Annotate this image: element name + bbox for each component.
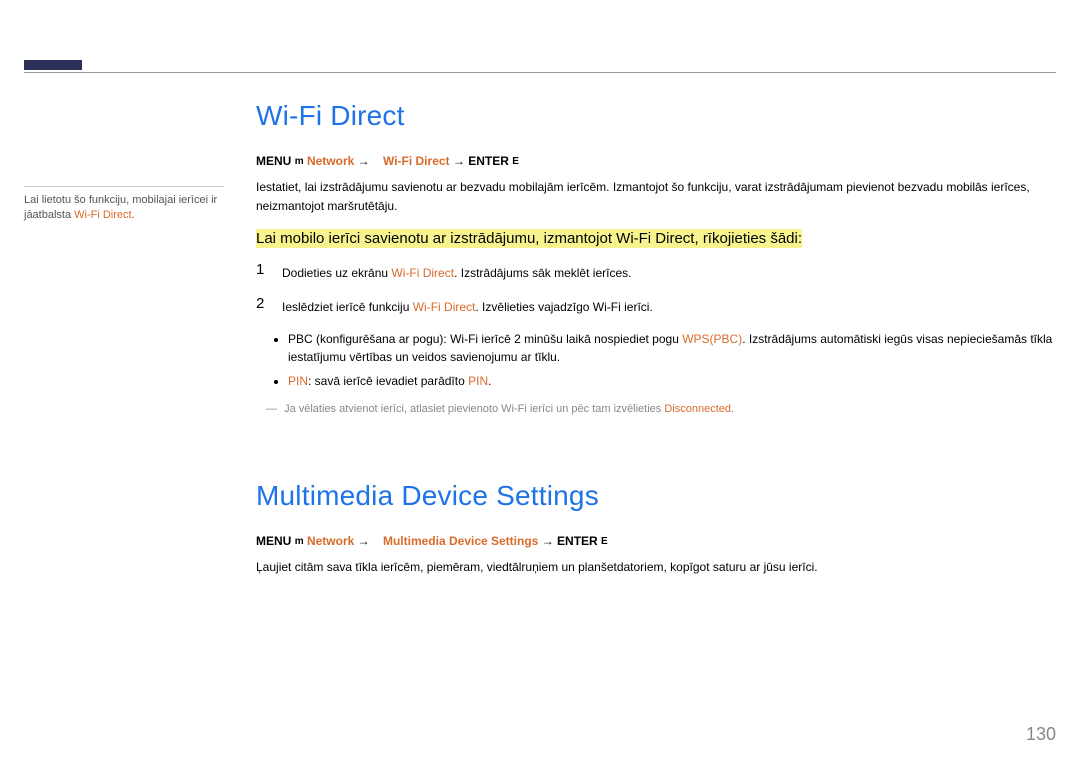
section1-footnote: ― Ja vēlaties atvienot ierīci, atlasiet …	[266, 401, 1056, 418]
sidebar-note-highlight: Wi-Fi Direct	[74, 209, 131, 221]
section1-steps: 1 Dodieties uz ekrānu Wi-Fi Direct. Izst…	[256, 262, 1056, 316]
section2-body: Ļaujiet citām sava tīkla ierīcēm, piemēr…	[256, 558, 1056, 577]
arrow-icon: →	[358, 154, 370, 168]
nav-network: Network	[307, 154, 354, 168]
arrow-icon: →	[453, 154, 465, 168]
pin-label: PIN	[468, 374, 488, 388]
sidebar-divider	[24, 186, 224, 187]
nav-enter: ENTER	[468, 154, 509, 168]
nav-item: Wi-Fi Direct	[383, 154, 450, 168]
nav-e-icon: E	[512, 156, 519, 167]
step-highlight: Wi-Fi Direct	[413, 300, 476, 314]
section1-highlight: Lai mobilo ierīci savienotu ar izstrādāj…	[256, 229, 802, 248]
bullet-highlight: WPS(PBC)	[682, 332, 742, 346]
section1-title: Wi-Fi Direct	[256, 100, 1056, 132]
sidebar-text: Lai lietotu šo funkciju, mobilajai ierīc…	[24, 193, 224, 224]
step-number: 2	[256, 296, 282, 313]
step-text: Dodieties uz ekrānu Wi-Fi Direct. Izstrā…	[282, 262, 631, 282]
top-divider	[24, 72, 1056, 73]
sidebar-note: Lai lietotu šo funkciju, mobilajai ierīc…	[24, 186, 224, 224]
pin-label: PIN	[288, 374, 308, 388]
sidebar-note-suffix: .	[132, 209, 135, 221]
page-tab-marker	[24, 60, 82, 70]
nav-menu: MENU	[256, 154, 291, 168]
arrow-icon: →	[358, 534, 370, 548]
section1-nav-path: MENU m Network → Wi-Fi Direct → ENTER E	[256, 154, 1056, 168]
arrow-icon: →	[542, 534, 554, 548]
nav-e-icon: E	[601, 536, 608, 547]
nav-menu: MENU	[256, 534, 291, 548]
bullet-item: PBC (konfigurēšana ar pogu): Wi-Fi ierīc…	[288, 330, 1056, 366]
section1-bullets: PBC (konfigurēšana ar pogu): Wi-Fi ierīc…	[256, 330, 1056, 390]
footnote-highlight: Disconnected	[664, 403, 731, 415]
section2-nav-path: MENU m Network → Multimedia Device Setti…	[256, 534, 1056, 548]
footnote-dash: ―	[266, 403, 277, 415]
step-item: 2 Ieslēdziet ierīcē funkciju Wi-Fi Direc…	[256, 296, 1056, 316]
nav-enter: ENTER	[557, 534, 598, 548]
step-highlight: Wi-Fi Direct	[391, 266, 454, 280]
step-text: Ieslēdziet ierīcē funkciju Wi-Fi Direct.…	[282, 296, 653, 316]
nav-item: Multimedia Device Settings	[383, 534, 538, 548]
nav-m-icon: m	[295, 156, 304, 167]
bullet-item: PIN: savā ierīcē ievadiet parādīto PIN.	[288, 372, 1056, 390]
section2-title: Multimedia Device Settings	[256, 480, 1056, 512]
nav-m-icon: m	[295, 536, 304, 547]
section1-intro: Iestatiet, lai izstrādājumu savienotu ar…	[256, 178, 1056, 215]
nav-network: Network	[307, 534, 354, 548]
step-item: 1 Dodieties uz ekrānu Wi-Fi Direct. Izst…	[256, 262, 1056, 282]
step-number: 1	[256, 262, 282, 279]
section1-highlight-row: Lai mobilo ierīci savienotu ar izstrādāj…	[256, 227, 1056, 250]
page-number: 130	[1026, 724, 1056, 745]
